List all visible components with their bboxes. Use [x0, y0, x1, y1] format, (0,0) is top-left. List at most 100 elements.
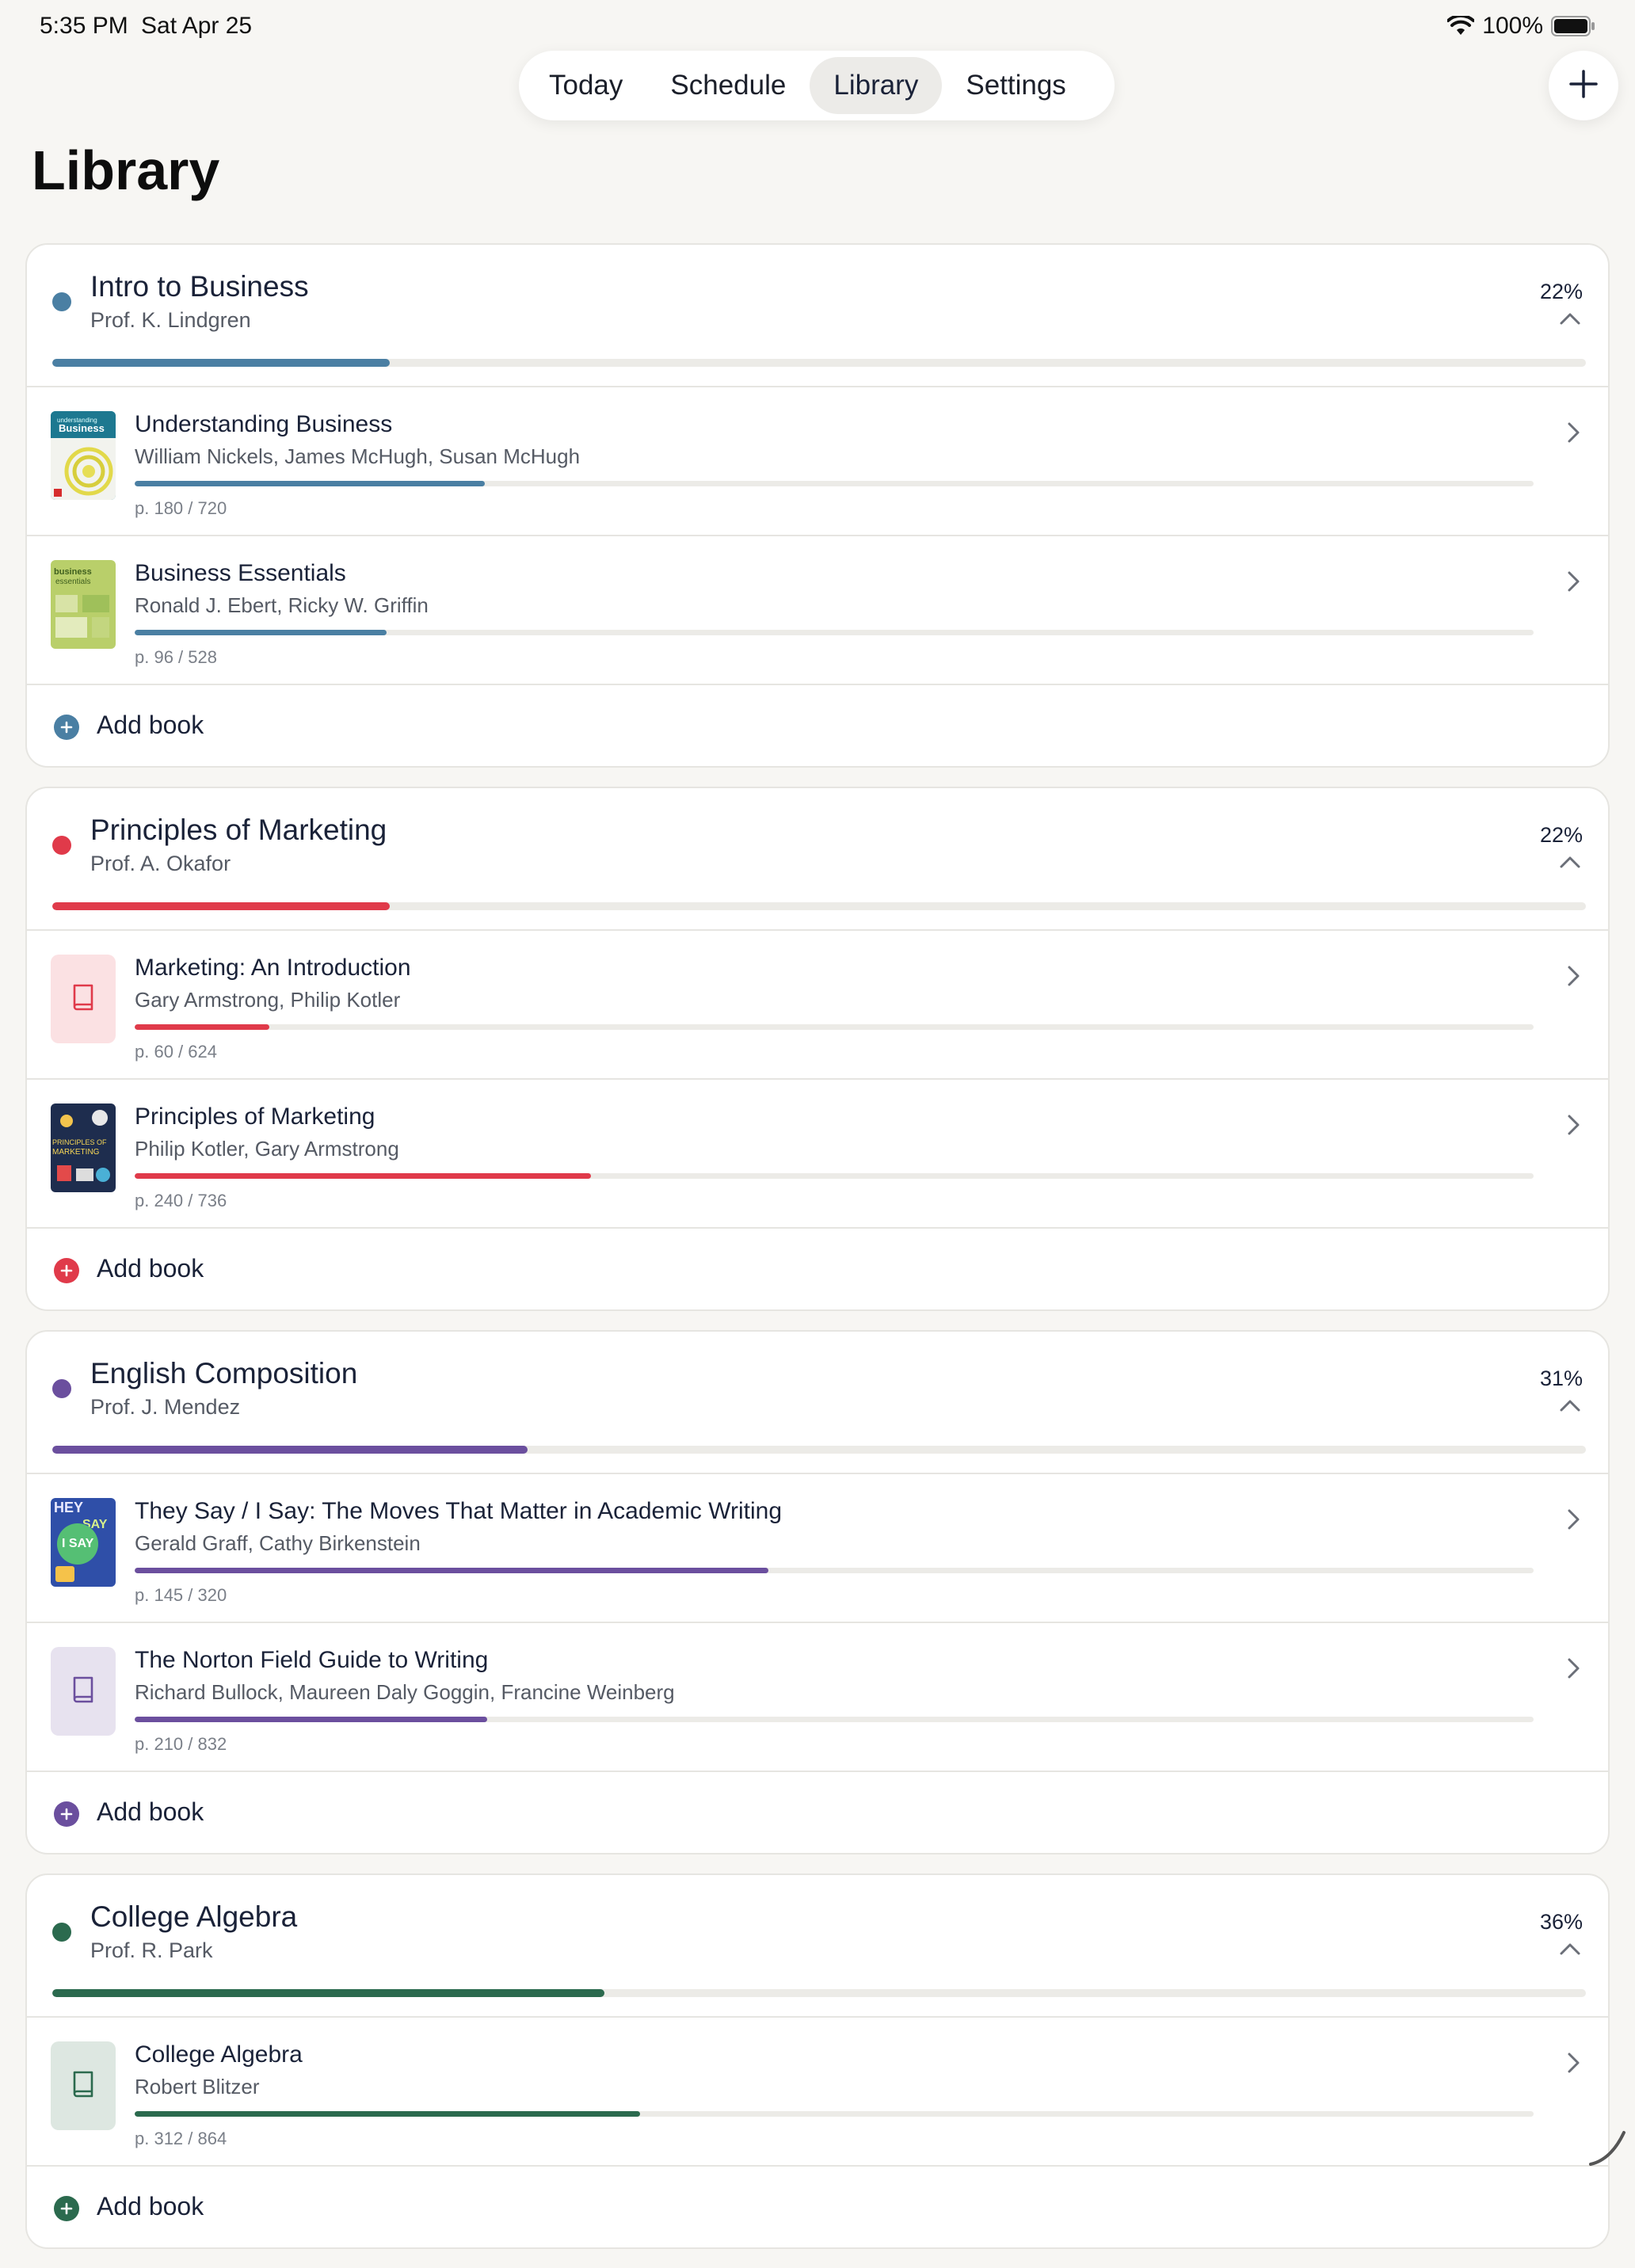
book-pages: p. 312 / 864	[135, 2129, 227, 2148]
add-book-label: Add book	[97, 1797, 204, 1826]
book-progress-fill	[135, 1717, 488, 1722]
course-header[interactable]: Intro to Business Prof. K. Lindgren 22%	[27, 245, 1608, 387]
course-list: Intro to Business Prof. K. Lindgren 22% un…	[25, 243, 1610, 2268]
plus-circle-icon	[54, 2196, 79, 2221]
course-progress-fill	[52, 1989, 604, 1997]
course-color-dot	[52, 1379, 71, 1398]
book-progress-bar	[135, 1568, 1534, 1573]
book-row[interactable]: business essentials Business Essentials R…	[27, 536, 1608, 685]
add-book-button[interactable]: Add book	[27, 685, 1608, 766]
wifi-icon	[1447, 16, 1475, 36]
tab-library[interactable]: Library	[810, 57, 943, 114]
book-title: Business Essentials	[135, 560, 346, 586]
course-card: Intro to Business Prof. K. Lindgren 22% un…	[25, 243, 1610, 768]
course-progress-fill	[52, 902, 390, 910]
book-authors: Richard Bullock, Maureen Daly Goggin, Fr…	[135, 1680, 675, 1704]
book-authors: William Nickels, James McHugh, Susan McH…	[135, 444, 581, 468]
book-cover: business essentials	[51, 560, 116, 649]
course-card: College Algebra Prof. R. Park 36% College A…	[25, 1873, 1610, 2249]
book-pages: p. 96 / 528	[135, 647, 217, 667]
course-progress-fill	[52, 359, 390, 367]
chevron-right-icon	[1565, 1656, 1583, 1684]
book-progress-bar	[135, 1173, 1534, 1179]
svg-text:Business: Business	[59, 422, 105, 434]
chevron-right-icon	[1565, 570, 1583, 597]
book-progress-bar	[135, 2111, 1534, 2117]
status-right: 100%	[1447, 13, 1595, 40]
add-button[interactable]	[1549, 51, 1618, 120]
book-pages: p. 180 / 720	[135, 498, 227, 518]
book-progress-bar	[135, 1717, 1534, 1722]
chevron-right-icon	[1565, 964, 1583, 992]
course-percent: 22%	[1539, 823, 1583, 847]
book-progress-fill	[135, 630, 387, 635]
course-header[interactable]: English Composition Prof. J. Mendez 31%	[27, 1332, 1608, 1474]
add-book-button[interactable]: Add book	[27, 1772, 1608, 1853]
add-book-button[interactable]: Add book	[27, 1229, 1608, 1309]
book-authors: Gerald Graff, Cathy Birkenstein	[135, 1531, 421, 1555]
svg-text:MARKETING: MARKETING	[52, 1148, 100, 1157]
scroll-indicator	[1587, 2128, 1627, 2171]
book-authors: Ronald J. Ebert, Ricky W. Griffin	[135, 593, 429, 617]
add-book-label: Add book	[97, 2192, 204, 2220]
book-pages: p. 145 / 320	[135, 1585, 227, 1605]
add-book-button[interactable]: Add book	[27, 2167, 1608, 2247]
course-progress-fill	[52, 1446, 528, 1454]
book-progress-fill	[135, 1024, 269, 1030]
plus-icon	[1568, 68, 1599, 104]
book-row[interactable]: College Algebra Robert Blitzer p. 312 / 86…	[27, 2018, 1608, 2167]
chevron-up-icon[interactable]	[1559, 311, 1581, 330]
course-title: Intro to Business	[90, 270, 309, 303]
course-title: English Composition	[90, 1357, 358, 1389]
tab-library-label: Library	[833, 70, 919, 101]
status-time: 5:35 PM	[40, 13, 128, 39]
book-progress-bar	[135, 481, 1534, 486]
book-row[interactable]: HEY SAY I SAY They Say / I Say: The Move…	[27, 1474, 1608, 1623]
add-book-label: Add book	[97, 711, 204, 739]
chevron-right-icon	[1565, 2051, 1583, 2079]
course-percent: 22%	[1539, 280, 1583, 303]
book-progress-bar	[135, 1024, 1534, 1030]
book-progress-fill	[135, 1173, 591, 1179]
course-header[interactable]: Principles of Marketing Prof. A. Okafor 22…	[27, 788, 1608, 931]
book-title: The Norton Field Guide to Writing	[135, 1647, 489, 1673]
course-progress-bar	[52, 902, 1586, 910]
book-pages: p. 240 / 736	[135, 1191, 227, 1210]
chevron-up-icon[interactable]	[1559, 855, 1581, 873]
book-title: College Algebra	[135, 2041, 303, 2068]
book-cover: understanding Business	[51, 411, 116, 500]
course-professor: Prof. A. Okafor	[90, 852, 231, 875]
course-color-dot	[52, 1923, 71, 1942]
chevron-right-icon	[1565, 421, 1583, 448]
course-progress-bar	[52, 1446, 1586, 1454]
book-cover	[51, 1647, 116, 1736]
tab-settings[interactable]: Settings	[942, 57, 1089, 114]
book-row[interactable]: understanding Business Understanding Bus…	[27, 387, 1608, 536]
book-row[interactable]: PRINCIPLES OF MARKETING Principles of Ma…	[27, 1080, 1608, 1229]
course-header[interactable]: College Algebra Prof. R. Park 36%	[27, 1875, 1608, 2018]
chevron-up-icon[interactable]	[1559, 1398, 1581, 1416]
book-pages: p. 60 / 624	[135, 1042, 217, 1062]
book-title: Principles of Marketing	[135, 1104, 375, 1130]
plus-circle-icon	[54, 1258, 79, 1283]
course-progress-bar	[52, 359, 1586, 367]
tab-today[interactable]: Today	[525, 57, 646, 114]
book-row[interactable]: Marketing: An Introduction Gary Armstrong…	[27, 931, 1608, 1080]
tab-settings-label: Settings	[966, 70, 1066, 101]
page-title: Library	[32, 139, 220, 201]
plus-circle-icon	[54, 715, 79, 740]
book-authors: Gary Armstrong, Philip Kotler	[135, 988, 401, 1012]
course-card: Principles of Marketing Prof. A. Okafor 22…	[25, 787, 1610, 1311]
book-authors: Robert Blitzer	[135, 2075, 260, 2098]
book-cover: PRINCIPLES OF MARKETING	[51, 1104, 116, 1192]
book-cover	[51, 955, 116, 1043]
tab-schedule[interactable]: Schedule	[646, 57, 810, 114]
book-pages: p. 210 / 832	[135, 1734, 227, 1754]
chevron-up-icon[interactable]	[1559, 1942, 1581, 1960]
plus-circle-icon	[54, 1801, 79, 1827]
chevron-right-icon	[1565, 1113, 1583, 1141]
course-professor: Prof. J. Mendez	[90, 1395, 241, 1419]
book-row[interactable]: The Norton Field Guide to Writing Richard…	[27, 1623, 1608, 1772]
book-title: Marketing: An Introduction	[135, 955, 411, 981]
book-progress-fill	[135, 481, 485, 486]
